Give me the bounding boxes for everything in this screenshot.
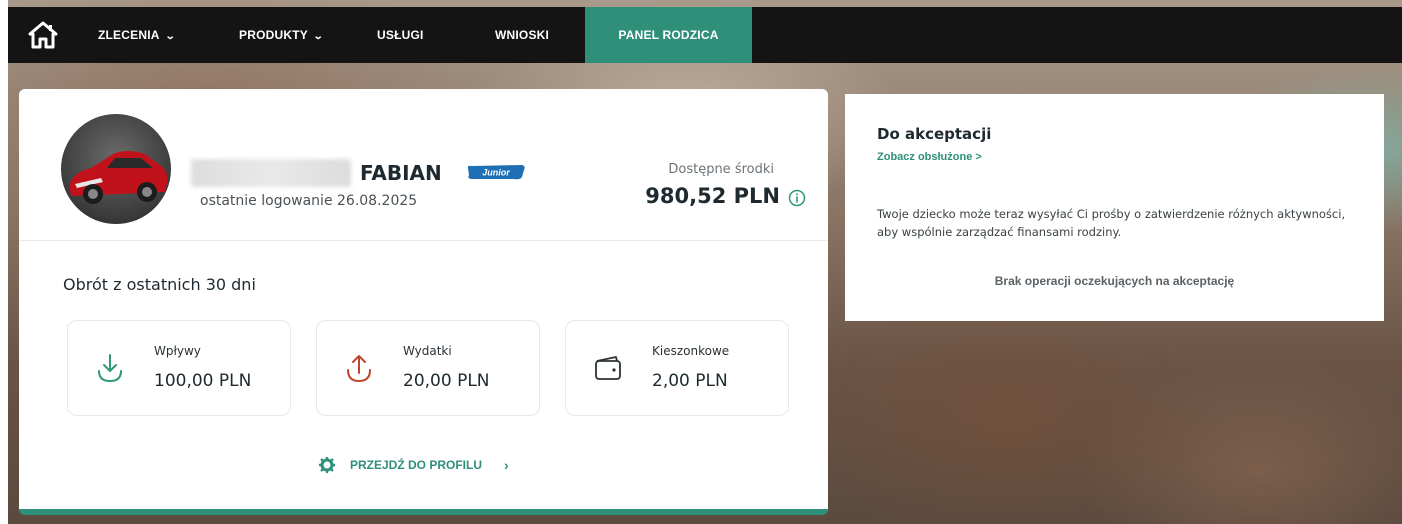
stat-inflows: Wpływy 100,00 PLN [67, 320, 291, 416]
top-navigation: ZLECENIA ⌄ PRODUKTY ⌄ USŁUGI WNIOSKI PANEL… [8, 7, 1402, 63]
chevron-down-icon: ⌄ [164, 31, 176, 42]
nav-item-label: WNIOSKI [495, 28, 550, 42]
no-pending-approvals: Brak operacji oczekujących na akceptację [994, 274, 1235, 288]
stat-pocket-money: Kieszonkowe 2,00 PLN [565, 320, 789, 416]
home-icon[interactable] [28, 21, 58, 49]
chevron-down-icon: ⌄ [312, 31, 324, 42]
approvals-card: Do akceptacji Zobacz obsłużone > Twoje d… [845, 94, 1384, 321]
arrow-up-icon [347, 355, 371, 383]
go-to-profile-label: PRZEJDŹ DO PROFILU [350, 458, 483, 472]
chevron-right-icon: › [504, 457, 509, 473]
avatar[interactable] [61, 114, 171, 224]
stat-value: 20,00 PLN [403, 371, 490, 391]
available-funds-label: Dostępne środki [668, 162, 774, 177]
nav-item-wnioski[interactable]: WNIOSKI [495, 7, 565, 63]
stat-label: Wydatki [403, 344, 452, 358]
stat-expenses: Wydatki 20,00 PLN [316, 320, 540, 416]
nav-item-label: PANEL RODZICA [618, 28, 719, 42]
stat-value: 100,00 PLN [154, 371, 252, 391]
nav-item-produkty[interactable]: PRODUKTY ⌄ [239, 7, 349, 63]
nav-item-panel-rodzica[interactable]: PANEL RODZICA [585, 7, 752, 63]
info-icon[interactable] [788, 189, 806, 207]
nav-item-label: PRODUKTY [239, 28, 308, 42]
stat-label: Kieszonkowe [652, 344, 730, 358]
stat-value: 2,00 PLN [652, 371, 728, 391]
nav-item-label: ZLECENIA [98, 28, 160, 42]
approvals-title: Do akceptacji [877, 125, 992, 143]
nav-item-label: USŁUGI [377, 28, 424, 42]
last-login: ostatnie logowanie 26.08.2025 [200, 193, 418, 209]
show-handled-link[interactable]: Zobacz obsłużone > [877, 151, 982, 163]
child-name: FABIAN [360, 161, 442, 185]
arrow-down-icon [98, 354, 122, 383]
nav-item-zlecenia[interactable]: ZLECENIA ⌄ [98, 7, 198, 63]
blurred-surname [191, 159, 351, 187]
child-summary-card: FABIAN Junior ostatnie logowanie 26.08.2… [19, 89, 828, 515]
nav-item-uslugi[interactable]: USŁUGI [377, 7, 437, 63]
junior-badge: Junior [467, 165, 525, 180]
stat-label: Wpływy [154, 344, 201, 358]
junior-badge-label: Junior [482, 168, 510, 178]
divider [19, 240, 828, 241]
available-funds-value: 980,52 PLN [645, 184, 780, 208]
turnover-title: Obrót z ostatnich 30 dni [63, 275, 256, 294]
approvals-description: Twoje dziecko może teraz wysyłać Ci proś… [877, 207, 1346, 239]
car-image [69, 151, 168, 204]
gear-icon [319, 457, 335, 473]
wallet-icon [595, 356, 621, 380]
